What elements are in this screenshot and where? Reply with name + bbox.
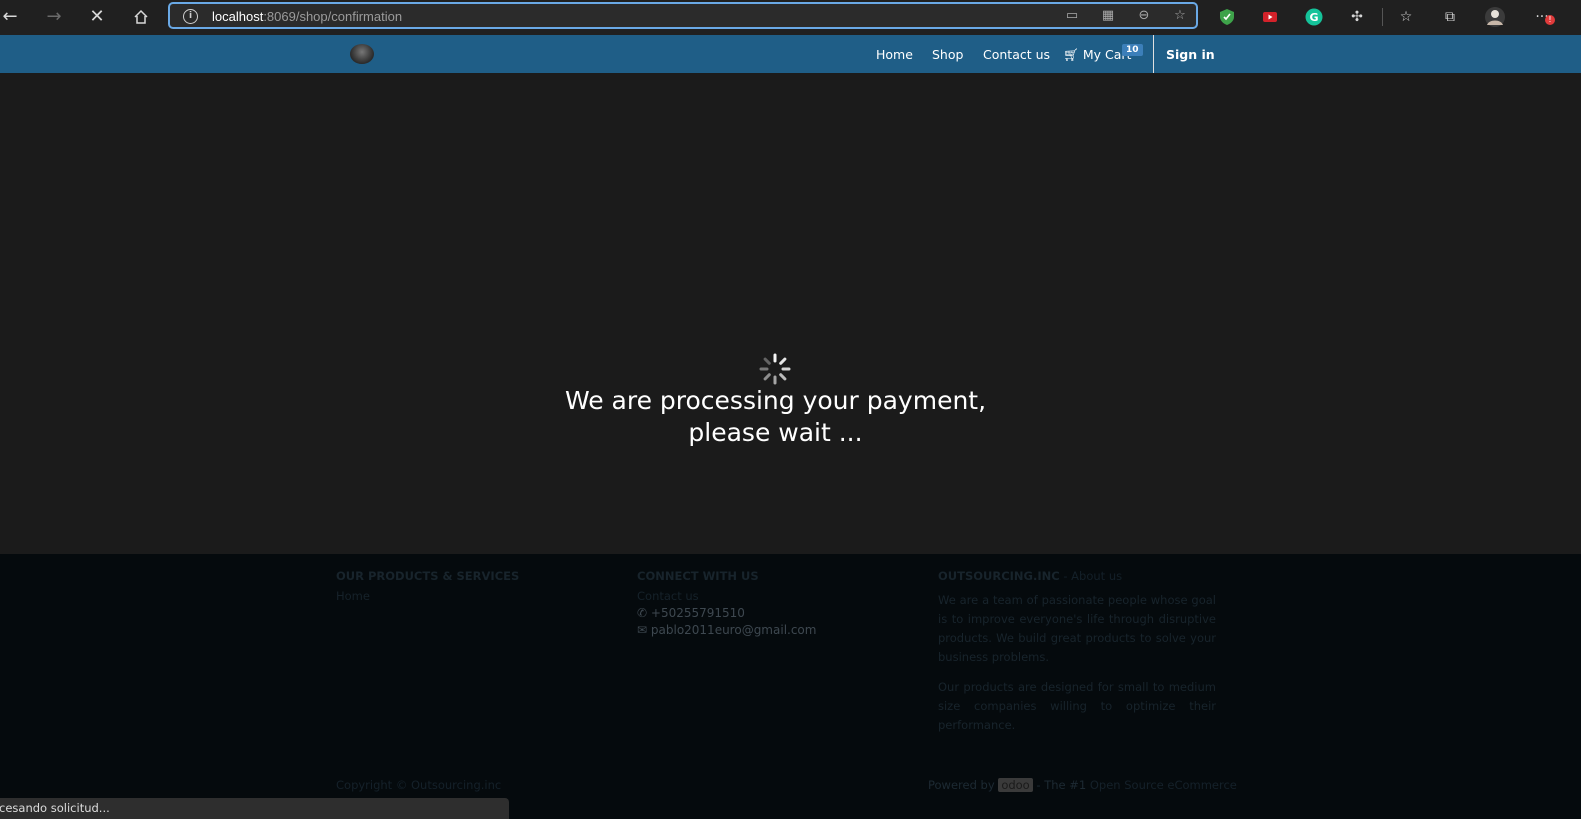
- cart-count-badge: 10: [1122, 44, 1143, 56]
- footer-about-heading: OUTSOURCING.INC - About us: [938, 569, 1123, 583]
- forward-arrow-icon[interactable]: →: [40, 4, 68, 30]
- stop-loading-icon[interactable]: ✕: [83, 4, 111, 30]
- processing-message-line2: please wait ...: [688, 418, 863, 447]
- footer-connect-column: CONNECT WITH US Contact us ✆ +5025579151…: [637, 569, 816, 637]
- site-footer: OUR PRODUCTS & SERVICES Home CONNECT WIT…: [0, 554, 1581, 819]
- add-favorite-icon[interactable]: ☆: [1171, 8, 1189, 24]
- footer-email[interactable]: ✉ pablo2011euro@gmail.com: [637, 623, 816, 637]
- footer-powered-by: Powered by odoo - The #1 Open Source eCo…: [928, 778, 1237, 792]
- footer-about-text-1: We are a team of passionate people whose…: [938, 593, 1216, 664]
- footer-phone: ✆ +50255791510: [637, 606, 745, 620]
- footer-products-column: OUR PRODUCTS & SERVICES Home: [336, 569, 519, 603]
- address-bar[interactable]: i localhost:8069/shop/confirmation ▭ ▦ ⊖…: [168, 2, 1198, 29]
- footer-contact-link[interactable]: Contact us: [637, 589, 816, 603]
- browser-status-bar: ocesando solicitud...: [0, 798, 509, 819]
- browser-toolbar: ← → ✕ i localhost:8069/shop/confirmation…: [0, 0, 1581, 35]
- processing-message-line1: We are processing your payment,: [564, 386, 987, 415]
- navbar-divider: [1153, 35, 1154, 73]
- footer-home-link[interactable]: Home: [336, 589, 519, 603]
- footer-connect-heading: CONNECT WITH US: [637, 569, 759, 583]
- sign-in-link[interactable]: Sign in: [1166, 47, 1215, 62]
- zoom-out-icon[interactable]: ⊖: [1135, 8, 1153, 24]
- toolbar-divider: [1382, 8, 1383, 26]
- home-icon[interactable]: [127, 4, 155, 30]
- ecommerce-link[interactable]: Open Source eCommerce: [1090, 778, 1237, 792]
- shield-extension-icon[interactable]: [1216, 6, 1238, 28]
- back-arrow-icon[interactable]: ←: [0, 4, 24, 30]
- favorites-icon[interactable]: ☆: [1395, 6, 1417, 28]
- footer-products-heading: OUR PRODUCTS & SERVICES: [336, 569, 520, 583]
- site-navbar: Home Shop Contact us 🛒︎ My Cart 10 Sign …: [0, 35, 1581, 73]
- youtube-extension-icon[interactable]: [1259, 6, 1281, 28]
- svg-text:G: G: [1309, 11, 1318, 24]
- loading-spinner-icon: [759, 353, 791, 385]
- site-info-icon[interactable]: i: [183, 9, 198, 24]
- grammarly-extension-icon[interactable]: G: [1303, 6, 1325, 28]
- device-icon[interactable]: ▭: [1063, 8, 1081, 24]
- nav-link-home[interactable]: Home: [876, 47, 913, 62]
- footer-about-text-2: Our products are designed for small to m…: [938, 680, 1216, 732]
- company-logo[interactable]: [350, 44, 374, 64]
- odoo-logo[interactable]: odoo: [998, 778, 1033, 792]
- apps-icon[interactable]: ▦: [1099, 8, 1117, 24]
- extensions-puzzle-icon[interactable]: ✣: [1346, 6, 1368, 28]
- phone-icon: ✆: [637, 606, 648, 620]
- footer-about-column: OUTSOURCING.INC - About us We are a team…: [938, 569, 1216, 735]
- processing-message: We are processing your payment, please w…: [0, 385, 1551, 449]
- nav-link-contact[interactable]: Contact us: [983, 47, 1050, 62]
- envelope-icon: ✉: [637, 623, 648, 637]
- footer-copyright: Copyright © Outsourcing.inc: [336, 778, 502, 792]
- collections-icon[interactable]: ⧉: [1439, 6, 1461, 28]
- url-text[interactable]: localhost:8069/shop/confirmation: [212, 9, 402, 24]
- cart-icon: 🛒︎: [1063, 47, 1079, 62]
- nav-link-shop[interactable]: Shop: [932, 47, 963, 62]
- alert-badge-icon: !: [1545, 15, 1555, 25]
- profile-avatar-icon[interactable]: [1484, 6, 1506, 28]
- status-text: ocesando solicitud...: [0, 801, 110, 815]
- main-content: We are processing your payment, please w…: [0, 73, 1581, 554]
